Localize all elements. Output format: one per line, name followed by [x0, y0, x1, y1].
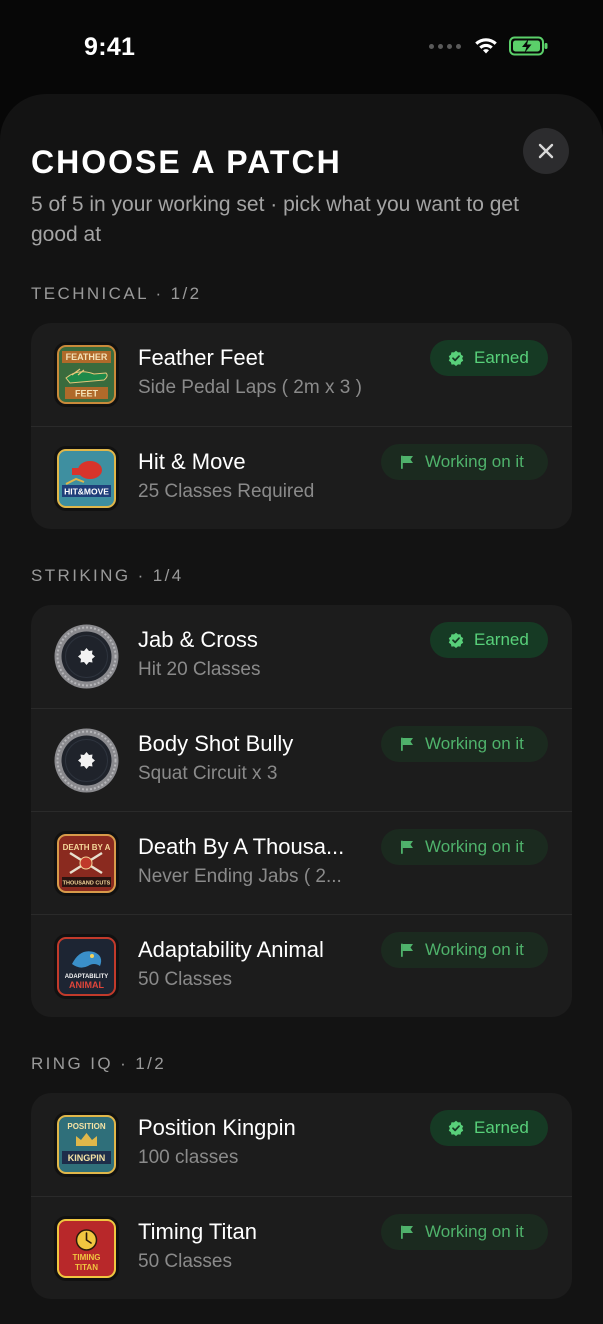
status-badge-label: Earned [474, 630, 529, 649]
verified-check-icon [448, 350, 464, 366]
status-badge-earned: Earned [430, 622, 548, 658]
patch-title: Timing Titan [138, 1219, 258, 1244]
svg-text:FEATHER: FEATHER [66, 352, 108, 362]
section-label-striking: STRIKING · 1/4 [31, 566, 184, 585]
status-badge-earned: Earned [430, 1110, 548, 1146]
patch-title: Body Shot Bully [138, 731, 294, 756]
status-badge-working: Working on it [381, 829, 548, 865]
patch-title: Jab & Cross [138, 627, 258, 652]
status-indicators [429, 36, 549, 56]
patch-row-death-by-a-thousand-cuts[interactable]: DEATH BY A THOUSAND CUTS Death By A Thou… [31, 811, 572, 914]
section-label-ring-iq: RING IQ · 1/2 [31, 1054, 167, 1073]
choose-patch-sheet: CHOOSE A PATCH 5 of 5 in your working se… [0, 94, 603, 1324]
patch-card-technical: FEATHER FEET Feather Feet Side Pedal Lap… [31, 323, 572, 529]
flag-icon [401, 943, 413, 957]
status-badge-working: Working on it [381, 932, 548, 968]
svg-text:FEET: FEET [75, 389, 99, 399]
verified-check-icon [448, 1120, 464, 1136]
status-badge-working: Working on it [381, 726, 548, 762]
wifi-icon [475, 38, 497, 54]
svg-text:POSITION: POSITION [67, 1122, 105, 1131]
verified-check-icon [448, 632, 464, 648]
hit-and-move-patch-icon: HIT&MOVE [54, 446, 119, 511]
patch-row-position-kingpin[interactable]: POSITION KINGPIN Position Kingpin 100 cl… [31, 1093, 572, 1196]
patch-requirement: 100 classes [138, 1147, 239, 1168]
patch-requirement: 50 Classes [138, 969, 232, 990]
svg-text:TITAN: TITAN [75, 1263, 98, 1272]
cellular-signal-icon [429, 43, 461, 49]
patch-card-striking: Jab & Cross Hit 20 Classes Earned Body S… [31, 605, 572, 1017]
svg-text:ANIMAL: ANIMAL [69, 980, 104, 990]
timing-titan-patch-icon: TIMING TITAN [54, 1216, 119, 1281]
flag-icon [401, 1225, 413, 1239]
status-badge-label: Working on it [425, 452, 524, 471]
status-time: 9:41 [84, 33, 136, 61]
close-button[interactable] [523, 128, 569, 174]
death-by-a-thousand-cuts-patch-icon: DEATH BY A THOUSAND CUTS [54, 831, 119, 896]
flag-icon [401, 455, 413, 469]
patch-row-jab-and-cross[interactable]: Jab & Cross Hit 20 Classes Earned [31, 605, 572, 708]
patch-title: Feather Feet [138, 345, 264, 370]
patch-card-ring-iq: POSITION KINGPIN Position Kingpin 100 cl… [31, 1093, 572, 1299]
status-bar: 9:41 [0, 0, 603, 94]
status-badge-label: Working on it [425, 837, 524, 856]
patch-requirement: 25 Classes Required [138, 481, 315, 502]
close-icon [538, 143, 554, 159]
battery-charging-icon [509, 36, 548, 56]
status-badge-label: Working on it [425, 940, 524, 959]
status-badge-label: Working on it [425, 734, 524, 753]
placeholder-patch-icon [54, 624, 119, 689]
placeholder-patch-icon [54, 728, 119, 793]
position-kingpin-patch-icon: POSITION KINGPIN [54, 1112, 119, 1177]
status-badge-label: Earned [474, 1118, 529, 1137]
patch-row-hit-and-move[interactable]: HIT&MOVE Hit & Move 25 Classes Required … [31, 426, 572, 529]
page-subtitle: 5 of 5 in your working set · pick what y… [31, 193, 519, 246]
svg-text:HIT&MOVE: HIT&MOVE [64, 487, 109, 497]
svg-text:TIMING: TIMING [73, 1253, 101, 1262]
patch-requirement: Squat Circuit x 3 [138, 763, 278, 784]
flag-icon [401, 737, 413, 751]
patch-requirement: Side Pedal Laps ( 2m x 3 ) [138, 377, 362, 398]
patch-row-body-shot-bully[interactable]: Body Shot Bully Squat Circuit x 3 Workin… [31, 708, 572, 811]
status-badge-working: Working on it [381, 1214, 548, 1250]
patch-row-timing-titan[interactable]: TIMING TITAN Timing Titan 50 Classes Wor… [31, 1196, 572, 1299]
status-badge-label: Working on it [425, 1222, 524, 1241]
status-badge-working: Working on it [381, 444, 548, 480]
status-badge-earned: Earned [430, 340, 548, 376]
flag-icon [401, 840, 413, 854]
page-title: CHOOSE A PATCH [31, 144, 342, 180]
adaptability-animal-patch-icon: ADAPTABILITY ANIMAL [54, 934, 119, 999]
patch-requirement: Hit 20 Classes [138, 659, 261, 680]
section-label-technical: TECHNICAL · 1/2 [31, 284, 202, 303]
patch-row-feather-feet[interactable]: FEATHER FEET Feather Feet Side Pedal Lap… [31, 323, 572, 426]
patch-requirement: 50 Classes [138, 1251, 232, 1272]
patch-title: Death By A Thousa... [138, 834, 345, 859]
patch-title: Hit & Move [138, 449, 246, 474]
feather-feet-patch-icon: FEATHER FEET [54, 342, 119, 407]
patch-title: Position Kingpin [138, 1115, 296, 1140]
status-badge-label: Earned [474, 348, 529, 367]
patch-title: Adaptability Animal [138, 937, 324, 962]
patch-row-adaptability-animal[interactable]: ADAPTABILITY ANIMAL Adaptability Animal … [31, 914, 572, 1017]
svg-text:KINGPIN: KINGPIN [68, 1153, 106, 1163]
patch-requirement: Never Ending Jabs ( 2... [138, 866, 342, 887]
svg-text:DEATH BY A: DEATH BY A [63, 843, 111, 852]
svg-text:THOUSAND CUTS: THOUSAND CUTS [63, 881, 111, 887]
